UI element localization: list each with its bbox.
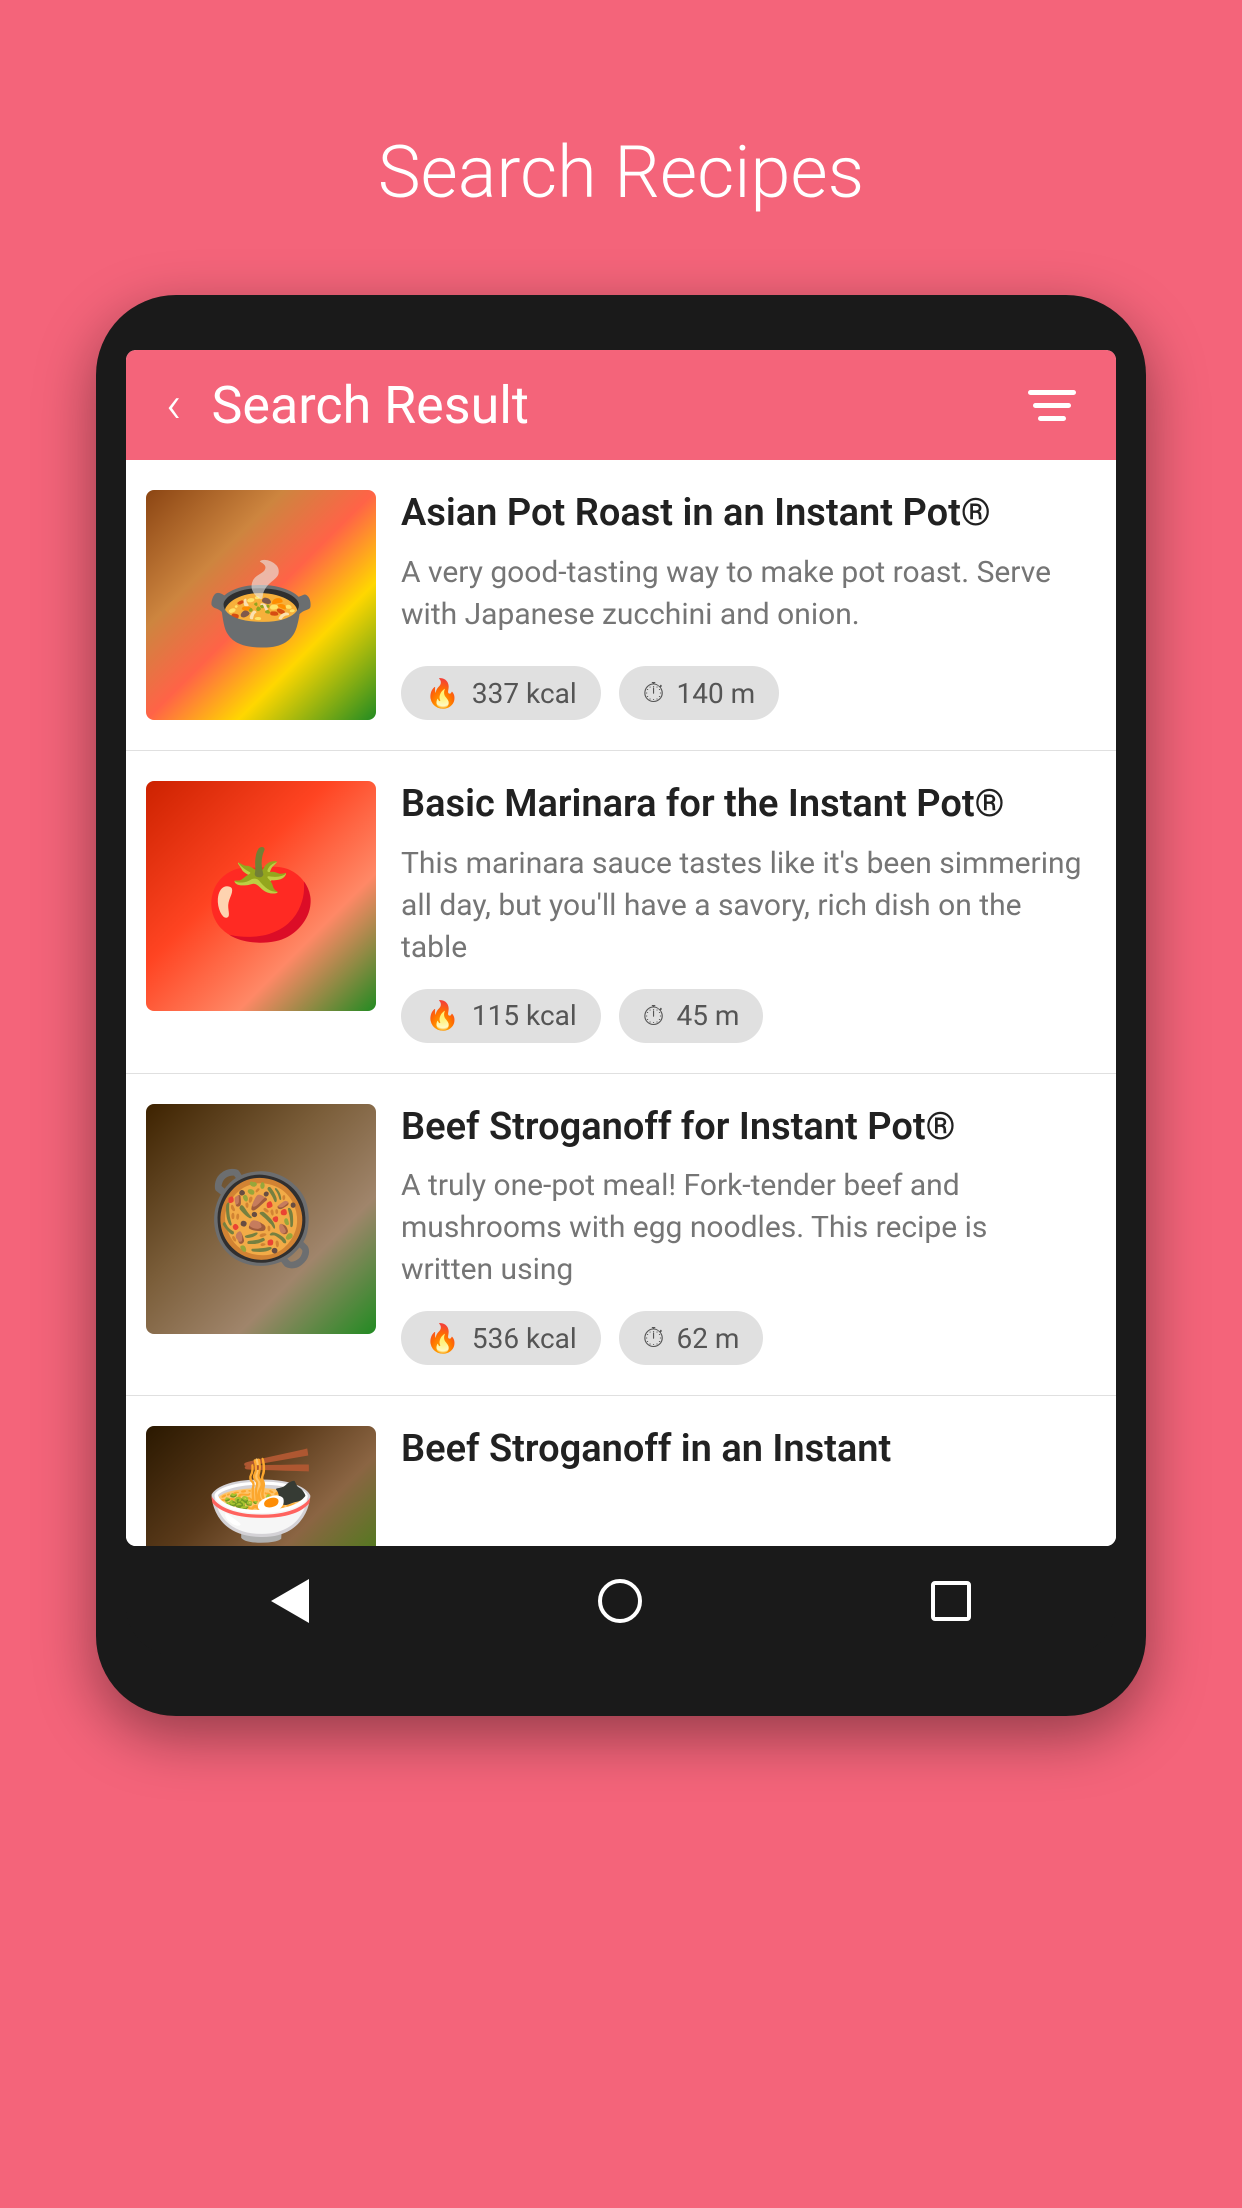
back-button[interactable]: ‹ (166, 379, 182, 431)
recipe-item-asian-pot-roast[interactable]: Asian Pot Roast in an Instant Pot® A ver… (126, 460, 1116, 751)
time-value-0: 140 m (677, 677, 756, 710)
recipe-info-beef-stroganoff-instant: Beef Stroganoff in an Instant (401, 1426, 1086, 1546)
recipe-title-beef-stroganoff-instant: Beef Stroganoff in an Instant (401, 1426, 1086, 1474)
page-background: Search Recipes ‹ Search Result As (96, 0, 1146, 1716)
nav-home-button[interactable] (598, 1579, 642, 1623)
nav-recent-button[interactable] (931, 1581, 971, 1621)
clock-icon-1: ⏱ (643, 999, 665, 1033)
recipe-info-basic-marinara: Basic Marinara for the Instant Pot® This… (401, 781, 1086, 1043)
recipe-title-beef-stroganoff-ip: Beef Stroganoff for Instant Pot® (401, 1104, 1086, 1152)
calorie-pill-1: 🔥 115 kcal (401, 989, 601, 1043)
recipe-thumbnail-beef-stroganoff-ip (146, 1104, 376, 1334)
recipe-desc-beef-stroganoff-ip: A truly one-pot meal! Fork-tender beef a… (401, 1165, 1086, 1291)
recipe-desc-asian-pot-roast: A very good-tasting way to make pot roas… (401, 552, 1086, 636)
time-pill-2: ⏱ 62 m (619, 1311, 764, 1365)
time-pill-0: ⏱ 140 m (619, 666, 780, 720)
recipe-title-asian-pot-roast: Asian Pot Roast in an Instant Pot® (401, 490, 1086, 538)
nav-home-icon (598, 1579, 642, 1623)
page-title: Search Recipes (96, 130, 1146, 215)
clock-icon-0: ⏱ (643, 676, 665, 710)
recipe-title-basic-marinara: Basic Marinara for the Instant Pot® (401, 781, 1086, 829)
recipe-item-basic-marinara[interactable]: Basic Marinara for the Instant Pot® This… (126, 751, 1116, 1074)
nav-bar (126, 1546, 1116, 1656)
recipe-item-beef-stroganoff-instant[interactable]: Beef Stroganoff in an Instant (126, 1396, 1116, 1546)
recipe-meta-basic-marinara: 🔥 115 kcal ⏱ 45 m (401, 989, 1086, 1043)
app-top-bar: ‹ Search Result (126, 350, 1116, 460)
time-value-1: 45 m (677, 999, 740, 1032)
recipe-desc-basic-marinara: This marinara sauce tastes like it's bee… (401, 843, 1086, 969)
app-screen: ‹ Search Result Asian Pot Roast in an In… (126, 350, 1116, 1546)
nav-recent-icon (931, 1581, 971, 1621)
calorie-value-2: 536 kcal (472, 1322, 577, 1355)
recipe-item-beef-stroganoff-ip[interactable]: Beef Stroganoff for Instant Pot® A truly… (126, 1074, 1116, 1397)
recipe-thumbnail-beef-stroganoff-instant (146, 1426, 376, 1546)
nav-back-icon (271, 1579, 309, 1623)
time-pill-1: ⏱ 45 m (619, 989, 764, 1043)
recipe-info-beef-stroganoff-ip: Beef Stroganoff for Instant Pot® A truly… (401, 1104, 1086, 1366)
calorie-pill-0: 🔥 337 kcal (401, 666, 601, 720)
recipe-thumbnail-asian-pot-roast (146, 490, 376, 720)
clock-icon-2: ⏱ (643, 1321, 665, 1355)
filter-line-2 (1033, 403, 1071, 408)
recipe-thumbnail-basic-marinara (146, 781, 376, 1011)
time-value-2: 62 m (677, 1322, 740, 1355)
screen-title: Search Result (212, 375, 1029, 436)
calorie-value-1: 115 kcal (472, 999, 577, 1032)
recipe-list: Asian Pot Roast in an Instant Pot® A ver… (126, 460, 1116, 1546)
nav-back-button[interactable] (271, 1579, 309, 1623)
calorie-pill-2: 🔥 536 kcal (401, 1311, 601, 1365)
filter-button[interactable] (1028, 390, 1076, 421)
filter-line-3 (1038, 416, 1066, 421)
recipe-info-asian-pot-roast: Asian Pot Roast in an Instant Pot® A ver… (401, 490, 1086, 720)
flame-icon-2: 🔥 (425, 1322, 460, 1355)
calorie-value-0: 337 kcal (472, 677, 577, 710)
recipe-meta-asian-pot-roast: 🔥 337 kcal ⏱ 140 m (401, 666, 1086, 720)
recipe-meta-beef-stroganoff-ip: 🔥 536 kcal ⏱ 62 m (401, 1311, 1086, 1365)
filter-line-1 (1028, 390, 1076, 395)
flame-icon-1: 🔥 (425, 999, 460, 1032)
phone-shell: ‹ Search Result Asian Pot Roast in an In… (96, 295, 1146, 1716)
flame-icon-0: 🔥 (425, 677, 460, 710)
